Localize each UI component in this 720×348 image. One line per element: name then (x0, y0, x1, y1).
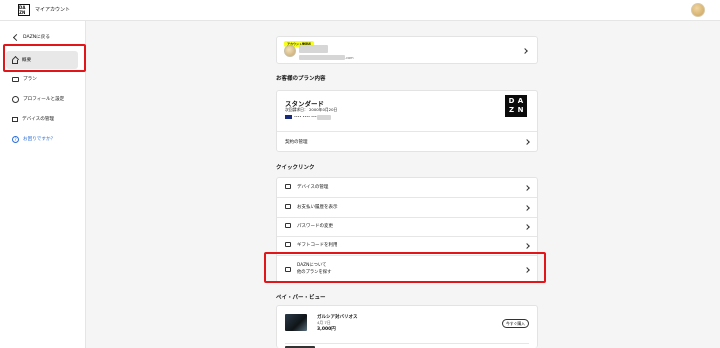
event-price: 3,000円 (317, 327, 336, 332)
quicklink-label: ギフトコードを利用 (297, 243, 338, 248)
chevron-right-icon (524, 267, 530, 273)
quicklink-about-line1: DAZNについて (297, 263, 327, 268)
dazn-logo-badge: D A Z N (505, 95, 527, 117)
chevron-right-icon (522, 48, 528, 54)
next-billing-date: 次回請求日： 2000年0月20日 (285, 107, 338, 112)
dazn-logo[interactable]: DA ZN (18, 4, 30, 16)
help-label: お困りですか？ (23, 137, 56, 142)
user-avatar[interactable] (691, 3, 705, 17)
back-label: DAZNに戻る (23, 35, 50, 40)
sidebar-item-label: プラン (23, 77, 37, 82)
credit-card-icon (285, 115, 292, 119)
tv-icon (285, 267, 291, 272)
quicklink-change-password[interactable]: パスワードの変更 (277, 217, 539, 236)
divider (285, 343, 529, 344)
quicklink-label: お支払い履歴を表示 (297, 205, 338, 210)
sidebar-item-label: 概要 (22, 58, 32, 63)
sidebar-item-plan[interactable]: プラン (6, 70, 78, 88)
sidebar-item-label: プロフィールと設定 (23, 97, 65, 102)
plan-card: スタンダード 次回請求日： 2000年0月20日 •••• •••• •••• … (276, 90, 538, 152)
sidebar-item-label: デバイスの管理 (22, 117, 55, 122)
redacted-card-digits (317, 115, 331, 120)
chevron-right-icon (524, 185, 530, 191)
question-icon: ? (12, 135, 19, 143)
ppv-card: ガルシア対バリオス 4月 7日 3,000円 今すぐ購入 (276, 305, 538, 348)
devices-icon (285, 184, 291, 189)
person-icon (12, 95, 19, 103)
quicklink-label: デバイスの管理 (297, 185, 329, 190)
quick-links-card: デバイスの管理 お支払い履歴を表示 パスワードの変更 ギフトコードを利用 DAZ… (276, 177, 538, 283)
quicklink-about-line2: 他のプランを探す (297, 270, 332, 275)
help-link[interactable]: ? お困りですか？ (6, 130, 78, 148)
chevron-left-icon (12, 34, 19, 41)
quick-links-title: クイックリンク (276, 165, 315, 171)
ppv-section-title: ペイ・パー・ビュー (276, 295, 326, 301)
sidebar-item-profile[interactable]: プロフィールと設定 (6, 90, 78, 108)
quicklink-gift-code[interactable]: ギフトコードを利用 (277, 236, 539, 255)
manage-contract-label: 契約の管理 (285, 140, 308, 145)
buy-now-button[interactable]: 今すぐ購入 (502, 319, 529, 328)
chevron-right-icon (524, 139, 530, 145)
chevron-right-icon (524, 243, 530, 249)
event-thumbnail[interactable] (285, 314, 307, 331)
sidebar: DAZNに戻る 概要 プラン プロフィールと設定 デバイスの管理 ? お困りです… (0, 21, 86, 348)
chevron-right-icon (524, 224, 530, 230)
quicklink-devices[interactable]: デバイスの管理 (277, 178, 539, 197)
top-bar: DA ZN マイアカウント (0, 0, 720, 21)
redacted-email (299, 55, 345, 60)
account-email-domain: .com (345, 56, 354, 60)
account-card[interactable]: アカウント管理者 .com (276, 36, 538, 64)
gift-icon (285, 242, 291, 247)
app-title: マイアカウント (35, 7, 71, 13)
quicklink-label: パスワードの変更 (297, 224, 333, 229)
quicklink-payment-history[interactable]: お支払い履歴を表示 (277, 198, 539, 217)
lock-icon (285, 223, 291, 228)
chevron-right-icon (524, 205, 530, 211)
quicklink-about-dazn[interactable]: DAZNについて 他のプランを探す (277, 256, 539, 283)
sidebar-item-overview[interactable]: 概要 (6, 51, 78, 69)
redacted-name (299, 45, 328, 53)
devices-icon (12, 116, 18, 122)
receipt-icon (285, 204, 291, 209)
plan-section-title: お客様のプラン内容 (276, 76, 326, 82)
account-avatar (284, 45, 296, 57)
card-icon (12, 76, 19, 82)
sidebar-item-devices[interactable]: デバイスの管理 (6, 110, 78, 128)
manage-contract-row[interactable]: 契約の管理 (277, 132, 539, 152)
home-icon (12, 59, 18, 64)
back-to-dazn-link[interactable]: DAZNに戻る (6, 28, 78, 46)
card-number: •••• •••• •••• (294, 115, 319, 119)
